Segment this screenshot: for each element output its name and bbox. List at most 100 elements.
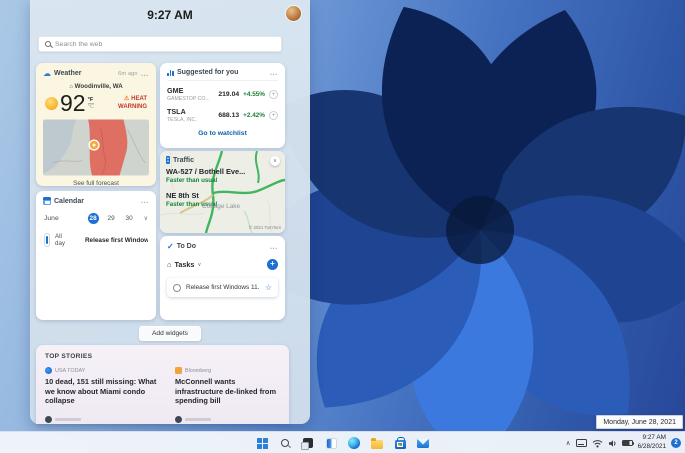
stock-symbol: TSLA — [167, 107, 186, 116]
tasks-dropdown-chevron-icon[interactable]: ∨ — [197, 262, 201, 268]
calendar-expand-chevron-icon[interactable]: ∨ — [144, 215, 148, 222]
mail-button[interactable] — [415, 435, 432, 452]
wallpaper-bloom — [275, 6, 685, 453]
calendar-widget[interactable]: Calendar … June 28 29 30 ∨ All day Relea… — [36, 191, 156, 320]
article-source: Bloomberg — [185, 367, 212, 374]
event-color-bar — [44, 233, 50, 247]
weather-widget[interactable]: ☁ Weather 6m ago … ⌂ Woodinville, WA 92 … — [36, 63, 156, 187]
calendar-event[interactable]: All day Release first Windows 1... — [43, 233, 149, 247]
stock-row-gme[interactable]: GME GAMESTOP CO... 219.04 +4.55% + — [167, 86, 278, 102]
suggested-menu-button[interactable]: … — [270, 68, 279, 76]
traffic-status: Faster than usual — [166, 177, 218, 184]
heat-warning-label: ⚠ HEAT WARNING — [118, 96, 147, 110]
article-logo-icon — [45, 415, 52, 423]
date-28[interactable]: 28 — [87, 213, 99, 224]
stock-symbol: GME — [167, 86, 184, 95]
sun-icon — [45, 97, 58, 110]
touch-keyboard-icon[interactable] — [575, 439, 587, 447]
bloomberg-logo-icon — [175, 367, 182, 374]
calendar-month: June — [44, 215, 59, 222]
calendar-title: Calendar — [54, 197, 84, 205]
wifi-icon[interactable] — [592, 439, 603, 448]
weather-menu-button[interactable]: … — [141, 69, 150, 77]
stock-name: GAMESTOP CO... — [167, 96, 210, 102]
file-explorer-button[interactable] — [369, 435, 386, 452]
battery-icon[interactable] — [621, 440, 634, 446]
edge-browser-icon — [348, 437, 360, 449]
add-to-watchlist-button[interactable]: + — [269, 89, 278, 99]
search-icon — [281, 439, 289, 447]
traffic-route: NE 8th St — [166, 191, 199, 200]
search-input[interactable]: Search the web — [38, 36, 282, 52]
date-30[interactable]: 30 — [124, 213, 135, 224]
task-view-icon — [301, 438, 313, 450]
edge-button[interactable] — [346, 435, 363, 452]
folder-icon — [371, 437, 383, 449]
calendar-menu-button[interactable]: … — [141, 197, 150, 205]
news-article[interactable]: USA TODAY 10 dead, 151 still missing: Wh… — [45, 367, 163, 406]
stock-change: +2.42% — [243, 111, 265, 119]
todo-menu-button[interactable]: … — [270, 242, 279, 250]
top-stories-widget[interactable]: TOP STORIES USA TODAY 10 dead, 151 still… — [36, 345, 289, 424]
microsoft-store-button[interactable] — [392, 435, 409, 452]
suggested-title: Suggested for you — [176, 69, 239, 76]
weather-map[interactable] — [43, 119, 149, 176]
avatar[interactable] — [286, 6, 301, 21]
stocks-widget[interactable]: Suggested for you … GME GAMESTOP CO... 2… — [160, 63, 285, 148]
notification-badge[interactable]: 2 — [671, 438, 681, 448]
add-to-watchlist-button[interactable]: + — [269, 110, 278, 120]
usa-today-logo-icon — [45, 367, 52, 374]
traffic-light-icon — [166, 156, 170, 164]
todo-title: To Do — [176, 243, 197, 250]
tray-date: 6/28/2021 — [637, 443, 666, 450]
search-placeholder: Search the web — [55, 40, 103, 48]
todo-widget[interactable]: ✓ To Do … ⌂ Tasks ∨ + Release first Wind… — [160, 236, 285, 320]
add-widgets-button[interactable]: Add widgets — [139, 326, 201, 341]
see-full-forecast-link[interactable]: See full forecast — [43, 180, 149, 187]
calendar-icon — [43, 197, 51, 205]
task-view-button[interactable] — [300, 435, 317, 452]
temperature-value: 92 — [60, 90, 86, 116]
article-source: USA TODAY — [55, 367, 86, 374]
taskbar: ∧ 9:27 AM 6/28/2021 2 — [0, 431, 685, 453]
house-icon: ⌂ — [167, 260, 172, 269]
unit-fahrenheit[interactable]: °F — [87, 97, 94, 104]
stock-price: 688.13 — [218, 111, 240, 119]
go-to-watchlist-link[interactable]: Go to watchlist — [167, 130, 278, 137]
compass-icon: ∧ — [270, 156, 280, 166]
stock-row-tsla[interactable]: TSLA TESLA, INC. 688.13 +2.42% + — [167, 107, 278, 123]
warning-icon: ⚠ — [124, 96, 130, 102]
desktop: 9:27 AM Search the web ☁ Weather 6m ago … — [0, 0, 685, 453]
tray-clock[interactable]: 9:27 AM 6/28/2021 — [638, 434, 666, 451]
event-time: All day — [55, 233, 65, 247]
widgets-icon — [325, 437, 337, 449]
task-complete-checkbox[interactable] — [173, 283, 181, 292]
volume-icon[interactable] — [608, 439, 617, 448]
store-bag-icon — [394, 437, 406, 449]
article-headline: McConnell wants infrastructure de-linked… — [175, 377, 277, 406]
hidden-icons-chevron-icon[interactable]: ∧ — [566, 439, 571, 447]
add-task-button[interactable]: + — [267, 259, 278, 270]
windows-logo-icon — [256, 437, 268, 449]
unit-celsius[interactable]: °C — [88, 104, 94, 110]
check-icon: ✓ — [167, 242, 174, 251]
article-headline: 10 dead, 151 still missing: What we know… — [45, 377, 157, 406]
weather-title: Weather — [54, 70, 82, 77]
stock-name: TESLA, INC. — [167, 117, 197, 123]
date-tooltip: Monday, June 28, 2021 — [596, 415, 683, 429]
date-29[interactable]: 29 — [106, 213, 117, 224]
star-icon[interactable]: ☆ — [265, 283, 272, 292]
taskbar-search-button[interactable] — [277, 435, 294, 452]
traffic-widget[interactable]: ∧ Traffic WA-527 / Bothell Eve... Faster… — [160, 151, 285, 233]
task-item[interactable]: Release first Windows 11... ☆ — [167, 278, 278, 297]
chart-icon — [167, 69, 174, 76]
task-list-label[interactable]: Tasks — [175, 260, 195, 269]
mail-envelope-icon — [417, 438, 429, 448]
widgets-panel: 9:27 AM Search the web ☁ Weather 6m ago … — [30, 0, 310, 424]
start-button[interactable] — [254, 435, 271, 452]
news-article[interactable]: Bloomberg McConnell wants infrastructure… — [175, 367, 283, 406]
cloud-icon: ☁ — [43, 69, 51, 78]
widgets-button[interactable] — [323, 435, 340, 452]
task-title: Release first Windows 11... — [186, 284, 260, 291]
stock-price: 219.04 — [218, 90, 240, 98]
